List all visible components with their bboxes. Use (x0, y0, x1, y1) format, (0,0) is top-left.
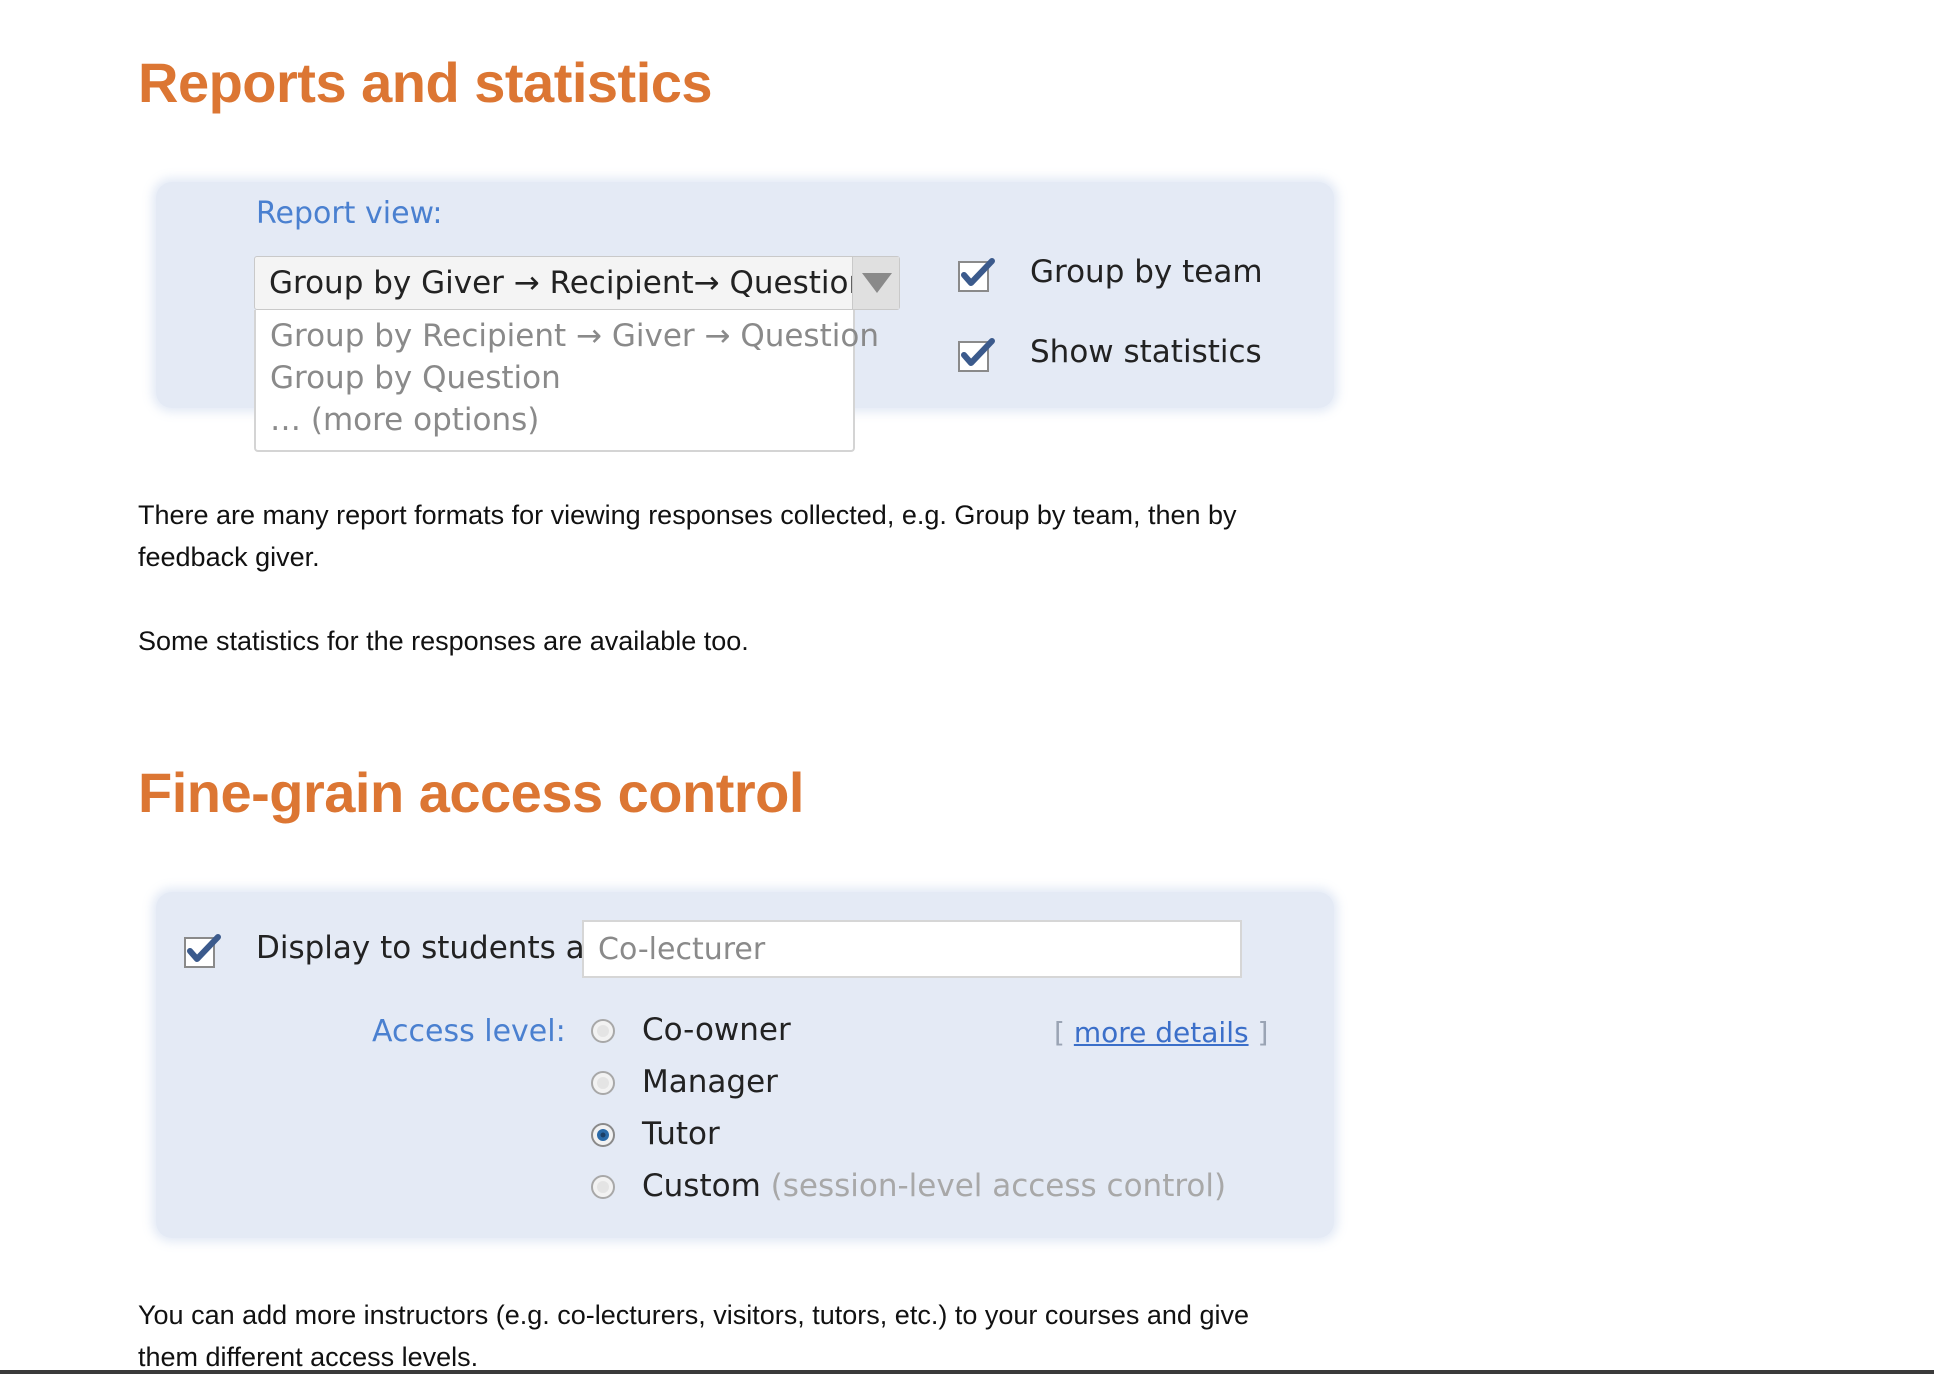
dropdown-toggle-button[interactable] (852, 257, 899, 309)
more-details-link[interactable]: more details (1074, 1016, 1249, 1049)
radio-co-owner[interactable] (590, 1018, 616, 1044)
custom-note: (session-level access control) (770, 1168, 1227, 1204)
access-level-label: Access level: (372, 1014, 566, 1049)
option-group-by-recipient[interactable]: Group by Recipient → Giver → Question (270, 318, 879, 354)
option-group-by-question[interactable]: Group by Question (270, 360, 561, 396)
radio-manager[interactable] (590, 1070, 616, 1096)
triangle-down-icon (862, 273, 892, 293)
radio-tutor[interactable] (590, 1122, 616, 1148)
reports-description: There are many report formats for viewin… (138, 500, 1237, 572)
access-level-manager-label: Manager (642, 1064, 778, 1100)
group-by-team-label: Group by team (1030, 254, 1263, 290)
radio-unselected-icon (591, 1071, 615, 1095)
statistics-description: Some statistics for the responses are av… (138, 626, 749, 656)
radio-selected-icon (591, 1123, 615, 1147)
checkbox-checked-icon (184, 934, 221, 968)
checkbox-checked-icon (958, 258, 995, 292)
access-level-custom: Custom (session-level access control) (642, 1168, 1226, 1204)
report-view-select[interactable]: Group by Giver → Recipient→ Question (254, 256, 900, 310)
window-bottom-edge (0, 1370, 1934, 1374)
report-view-options-list: Group by Recipient → Giver → Question Gr… (254, 310, 879, 452)
more-details: [ more details ] (1054, 1016, 1269, 1049)
radio-unselected-icon (591, 1175, 615, 1199)
access-control-heading: Fine-grain access control (138, 761, 804, 824)
access-level-tutor-label: Tutor (642, 1116, 720, 1152)
display-to-students-checkbox[interactable] (184, 934, 221, 968)
show-statistics-label: Show statistics (1030, 334, 1262, 370)
report-view-label: Report view: (256, 196, 443, 231)
group-by-team-checkbox[interactable] (958, 258, 995, 292)
radio-unselected-icon (591, 1019, 615, 1043)
reports-heading: Reports and statistics (138, 51, 713, 114)
display-to-students-label: Display to students as (256, 930, 601, 966)
access-level-custom-label: Custom (642, 1168, 761, 1204)
show-statistics-checkbox[interactable] (958, 338, 995, 372)
report-view-selected-option: Group by Giver → Recipient→ Question (269, 265, 869, 301)
option-more-options[interactable]: … (more options) (270, 402, 539, 438)
checkbox-checked-icon (958, 338, 995, 372)
radio-custom[interactable] (590, 1174, 616, 1200)
display-name-input[interactable]: Co-lecturer (582, 920, 1242, 978)
access-level-co-owner-label: Co-owner (642, 1012, 791, 1048)
access-control-description: You can add more instructors (e.g. co-le… (138, 1300, 1249, 1372)
display-name-placeholder: Co-lecturer (598, 932, 766, 967)
